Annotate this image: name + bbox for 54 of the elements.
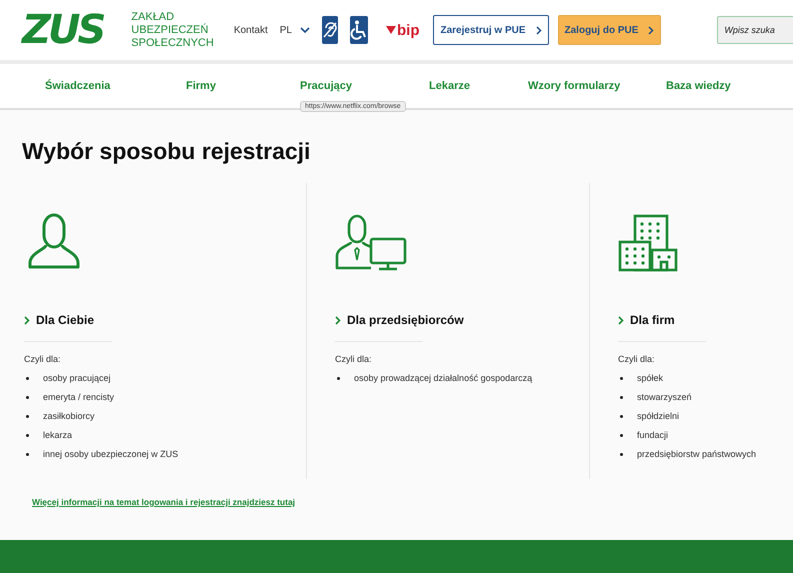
bullet-icon — [26, 434, 29, 437]
bullet-icon — [620, 453, 623, 456]
buildings-icon — [618, 213, 678, 273]
contact-link[interactable]: Kontakt — [234, 24, 268, 36]
nav-link[interactable]: Lekarze — [429, 80, 528, 92]
more-info-link[interactable]: Więcej informacji na temat logowania i rejestracji znajdziesz tutaj — [32, 497, 296, 507]
person-at-computer-icon — [335, 213, 409, 273]
nav-link[interactable]: Firmy — [186, 80, 300, 92]
chevron-right-icon — [335, 316, 341, 324]
nav-link[interactable]: Świadczenia — [45, 80, 186, 92]
bullet-icon — [26, 377, 29, 380]
list-item: przedsiębiorstw państwowych — [637, 448, 756, 461]
organization-name: ZAKŁAD UBEZPIECZEŃ SPOŁECZNYCH — [131, 10, 214, 50]
bullet-icon — [337, 377, 340, 380]
bullet-icon — [620, 415, 623, 418]
list-item: osoby prowadzącej działalność gospodarczą — [354, 372, 532, 385]
option-link[interactable]: Dla przedsiębiorców — [335, 313, 464, 327]
bullet-icon — [620, 377, 623, 380]
search-field[interactable]: Wpisz szuka — [717, 16, 793, 44]
nav-link[interactable]: Wzory formularzy — [528, 80, 666, 92]
bip-logo[interactable]: bip — [386, 22, 420, 38]
bullet-icon — [620, 434, 623, 437]
wheelchair-icon[interactable] — [350, 16, 368, 44]
bullet-icon — [26, 453, 29, 456]
chevron-right-icon — [536, 26, 542, 34]
chevron-down-icon — [300, 26, 310, 34]
chevron-right-icon — [24, 316, 30, 324]
list-item: spółdzielni — [637, 410, 680, 423]
option-link[interactable]: Dla Ciebie — [24, 313, 94, 327]
bullet-icon — [26, 415, 29, 418]
chevron-right-icon — [618, 316, 624, 324]
option-intro: Czyli dla: — [335, 354, 372, 364]
option-link[interactable]: Dla firm — [618, 313, 675, 327]
list-item: innej osoby ubezpieczonej w ZUS — [43, 448, 178, 461]
list-item: stowarzyszeń — [637, 391, 692, 404]
list-item: emeryta / rencisty — [43, 391, 114, 404]
list-item: fundacji — [637, 429, 668, 442]
list-item: spółek — [637, 372, 664, 385]
option-intro: Czyli dla: — [618, 354, 655, 364]
nav-link[interactable]: Baza wiedzy — [666, 80, 731, 92]
list-item: lekarza — [43, 429, 72, 442]
login-button[interactable]: Zaloguj do PUE — [558, 15, 662, 45]
page-title: Wybór sposobu rejestracji — [22, 138, 312, 165]
bullet-icon — [620, 396, 623, 399]
zus-logo[interactable]: ZUS — [22, 10, 104, 50]
list-item: osoby pracującej — [43, 372, 111, 385]
register-button[interactable]: Zarejestruj w PUE — [433, 15, 549, 45]
option-intro: Czyli dla: — [24, 354, 61, 364]
nav-link[interactable]: Pracujący — [300, 80, 429, 92]
list-item: zasiłkobiorcy — [43, 410, 95, 423]
language-select[interactable]: PL — [280, 24, 310, 36]
hearing-icon[interactable] — [322, 16, 338, 44]
bullet-icon — [26, 396, 29, 399]
chevron-right-icon — [648, 26, 654, 34]
